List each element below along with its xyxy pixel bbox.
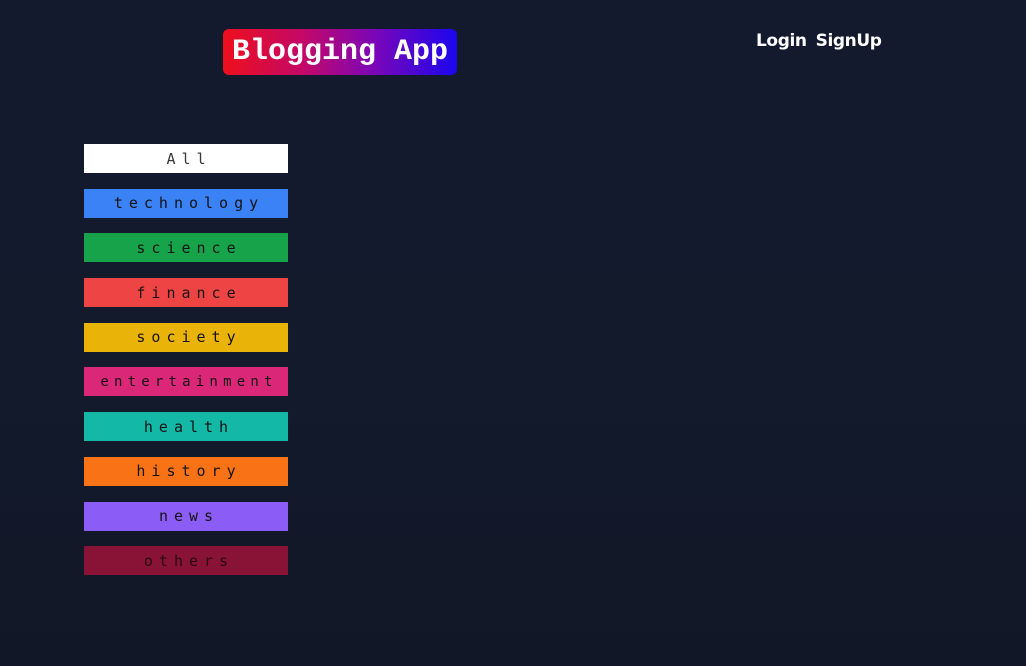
login-link[interactable]: Login: [756, 31, 807, 51]
auth-nav: Login SignUp: [756, 31, 882, 51]
category-button-others[interactable]: others: [84, 546, 288, 576]
category-button-all[interactable]: All: [84, 144, 288, 173]
app-logo-text: Blogging App: [231, 35, 449, 69]
category-button-health[interactable]: health: [84, 412, 288, 442]
category-button-science[interactable]: science: [84, 233, 288, 263]
category-list: All technology science finance society e…: [84, 144, 288, 591]
category-button-news[interactable]: news: [84, 501, 288, 531]
category-button-history[interactable]: history: [84, 456, 288, 486]
category-button-society[interactable]: society: [84, 322, 288, 352]
category-button-technology[interactable]: technology: [84, 188, 288, 218]
signup-link[interactable]: SignUp: [816, 31, 882, 51]
category-button-entertainment[interactable]: entertainment: [84, 367, 288, 397]
category-button-finance[interactable]: finance: [84, 278, 288, 308]
app-logo[interactable]: Blogging App: [223, 29, 457, 75]
